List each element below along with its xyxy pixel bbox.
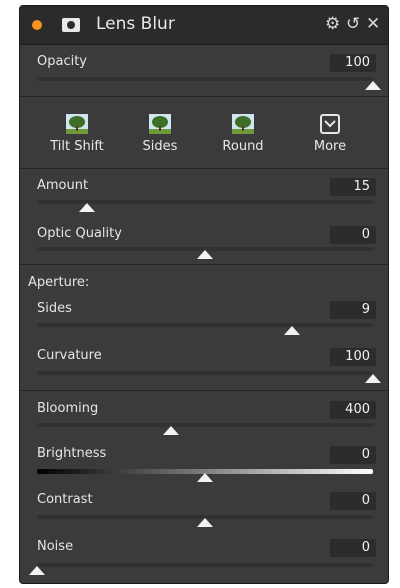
amount-value[interactable]: 15 [330, 178, 376, 196]
brightness-slider-thumb[interactable] [197, 473, 213, 482]
curvature-value[interactable]: 100 [330, 348, 376, 366]
brightness-value[interactable]: 0 [330, 446, 376, 464]
preset-label: Round [222, 139, 264, 154]
preset-round[interactable]: Round [208, 114, 278, 154]
optic-quality-slider-track[interactable] [37, 247, 373, 259]
blooming-slider-thumb[interactable] [163, 426, 180, 435]
sides-label: Sides [37, 301, 72, 316]
tone-section: Blooming 400 Brightness 0 Contrast 0 Noi… [20, 390, 388, 583]
contrast-slider-thumb[interactable] [197, 518, 213, 527]
opacity-section: Opacity 100 [20, 45, 388, 96]
aperture-section: Aperture: Sides 9 Curvature 100 [20, 264, 388, 390]
tree-thumbnail-icon [66, 114, 88, 134]
opacity-slider-thumb[interactable] [365, 81, 381, 90]
preset-label: Sides [142, 139, 178, 154]
lens-blur-panel: Lens Blur ⚙ ↺ ✕ Opacity 100 Tilt Shift S… [19, 5, 389, 584]
amount-section: Amount 15 Optic Quality 0 [20, 168, 388, 264]
optic-quality-slider-thumb[interactable] [197, 250, 213, 259]
preset-sides[interactable]: Sides [125, 114, 195, 154]
close-icon[interactable]: ✕ [366, 14, 380, 34]
opacity-label: Opacity [37, 54, 88, 69]
preset-label: Tilt Shift [50, 139, 104, 154]
blooming-value[interactable]: 400 [330, 401, 376, 419]
amount-slider-track[interactable] [37, 200, 373, 212]
more-label: More [313, 139, 347, 154]
blooming-label: Blooming [37, 401, 99, 416]
orange-dot-icon[interactable] [32, 20, 42, 30]
undo-icon[interactable]: ↺ [346, 14, 360, 34]
amount-label: Amount [37, 178, 89, 193]
contrast-value[interactable]: 0 [330, 492, 376, 510]
tree-thumbnail-icon [232, 114, 254, 134]
opacity-slider-track[interactable] [37, 77, 381, 90]
preset-tilt-shift[interactable]: Tilt Shift [42, 114, 112, 154]
more-presets-button[interactable]: More [295, 114, 365, 154]
sides-slider-thumb[interactable] [284, 326, 301, 335]
noise-slider-thumb[interactable] [29, 566, 45, 575]
panel-title: Lens Blur [96, 14, 175, 34]
panel-titlebar: Lens Blur ⚙ ↺ ✕ [20, 6, 388, 45]
sides-value[interactable]: 9 [330, 301, 376, 319]
curvature-slider-thumb[interactable] [365, 374, 381, 383]
curvature-label: Curvature [37, 348, 102, 363]
contrast-slider-track[interactable] [37, 515, 373, 527]
curvature-slider-track[interactable] [37, 371, 381, 383]
chevron-down-icon [320, 114, 340, 134]
aperture-heading: Aperture: [28, 275, 90, 290]
contrast-label: Contrast [37, 492, 93, 507]
brightness-label: Brightness [37, 446, 107, 461]
blooming-slider-track[interactable] [37, 423, 373, 435]
noise-slider-track[interactable] [29, 563, 373, 575]
mask-icon[interactable] [62, 18, 80, 32]
gear-icon[interactable]: ⚙ [325, 14, 340, 34]
noise-label: Noise [37, 539, 74, 554]
brightness-slider-track[interactable] [37, 469, 373, 482]
opacity-value[interactable]: 100 [330, 54, 376, 72]
sides-slider-track[interactable] [37, 323, 373, 335]
optic-quality-value[interactable]: 0 [330, 226, 376, 244]
optic-quality-label: Optic Quality [37, 226, 122, 241]
noise-value[interactable]: 0 [330, 539, 376, 557]
tree-thumbnail-icon [149, 114, 171, 134]
amount-slider-thumb[interactable] [79, 203, 96, 212]
